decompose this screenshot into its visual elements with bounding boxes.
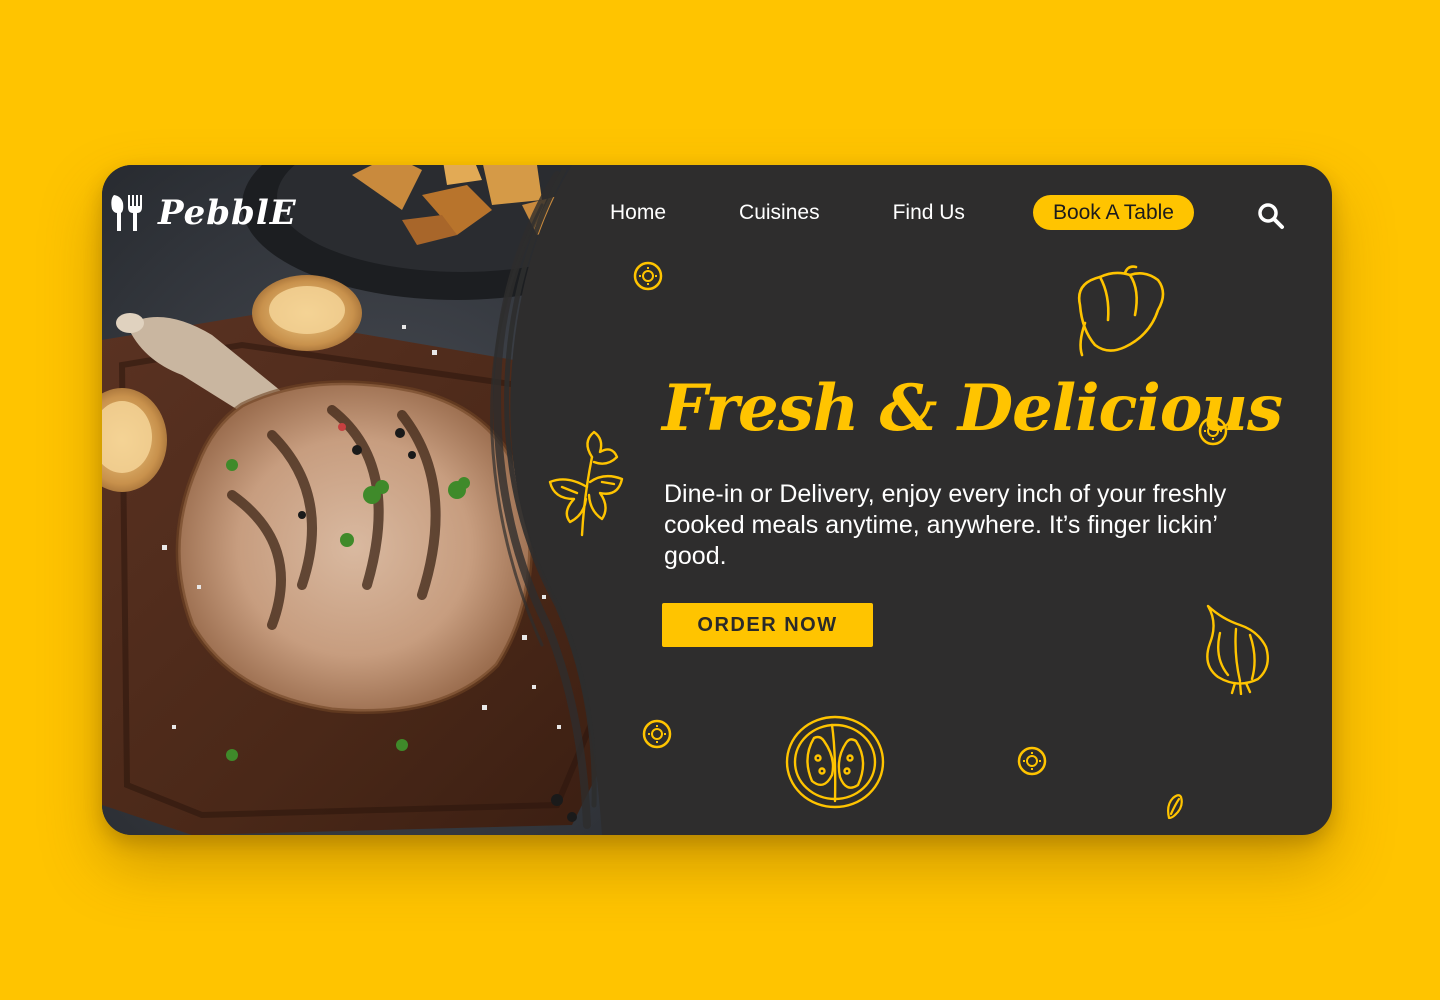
hero-card: PebblE Home Cuisines Find Us Book A Tabl… xyxy=(102,165,1332,835)
hero-description: Dine-in or Delivery, enjoy every inch of… xyxy=(664,480,1227,570)
search-icon[interactable] xyxy=(1257,202,1285,230)
sun-icon xyxy=(633,261,663,291)
brand-name: PebblE xyxy=(158,193,297,233)
nav-home-link[interactable]: Home xyxy=(610,201,666,225)
nav-find-us-link[interactable]: Find Us xyxy=(893,201,965,225)
garlic-icon xyxy=(1206,604,1269,695)
bell-pepper-icon xyxy=(1077,265,1165,357)
hero-photo xyxy=(102,165,722,835)
brand-logo[interactable]: PebblE xyxy=(110,193,297,233)
main-nav: Home Cuisines Find Us Book A Table xyxy=(610,195,1194,230)
tomato-slice-icon xyxy=(785,715,885,809)
parsley-icon xyxy=(548,430,624,537)
hero-title: Fresh & Delicious xyxy=(662,371,1283,446)
sun-icon xyxy=(642,719,672,749)
fork-knife-icon xyxy=(111,195,142,231)
nav-cuisines-link[interactable]: Cuisines xyxy=(739,201,820,225)
sun-icon xyxy=(1198,416,1228,446)
sun-icon xyxy=(1017,746,1047,776)
book-a-table-button[interactable]: Book A Table xyxy=(1032,195,1194,230)
order-now-button[interactable]: ORDER NOW xyxy=(662,603,873,647)
seed-icon xyxy=(1167,794,1183,820)
